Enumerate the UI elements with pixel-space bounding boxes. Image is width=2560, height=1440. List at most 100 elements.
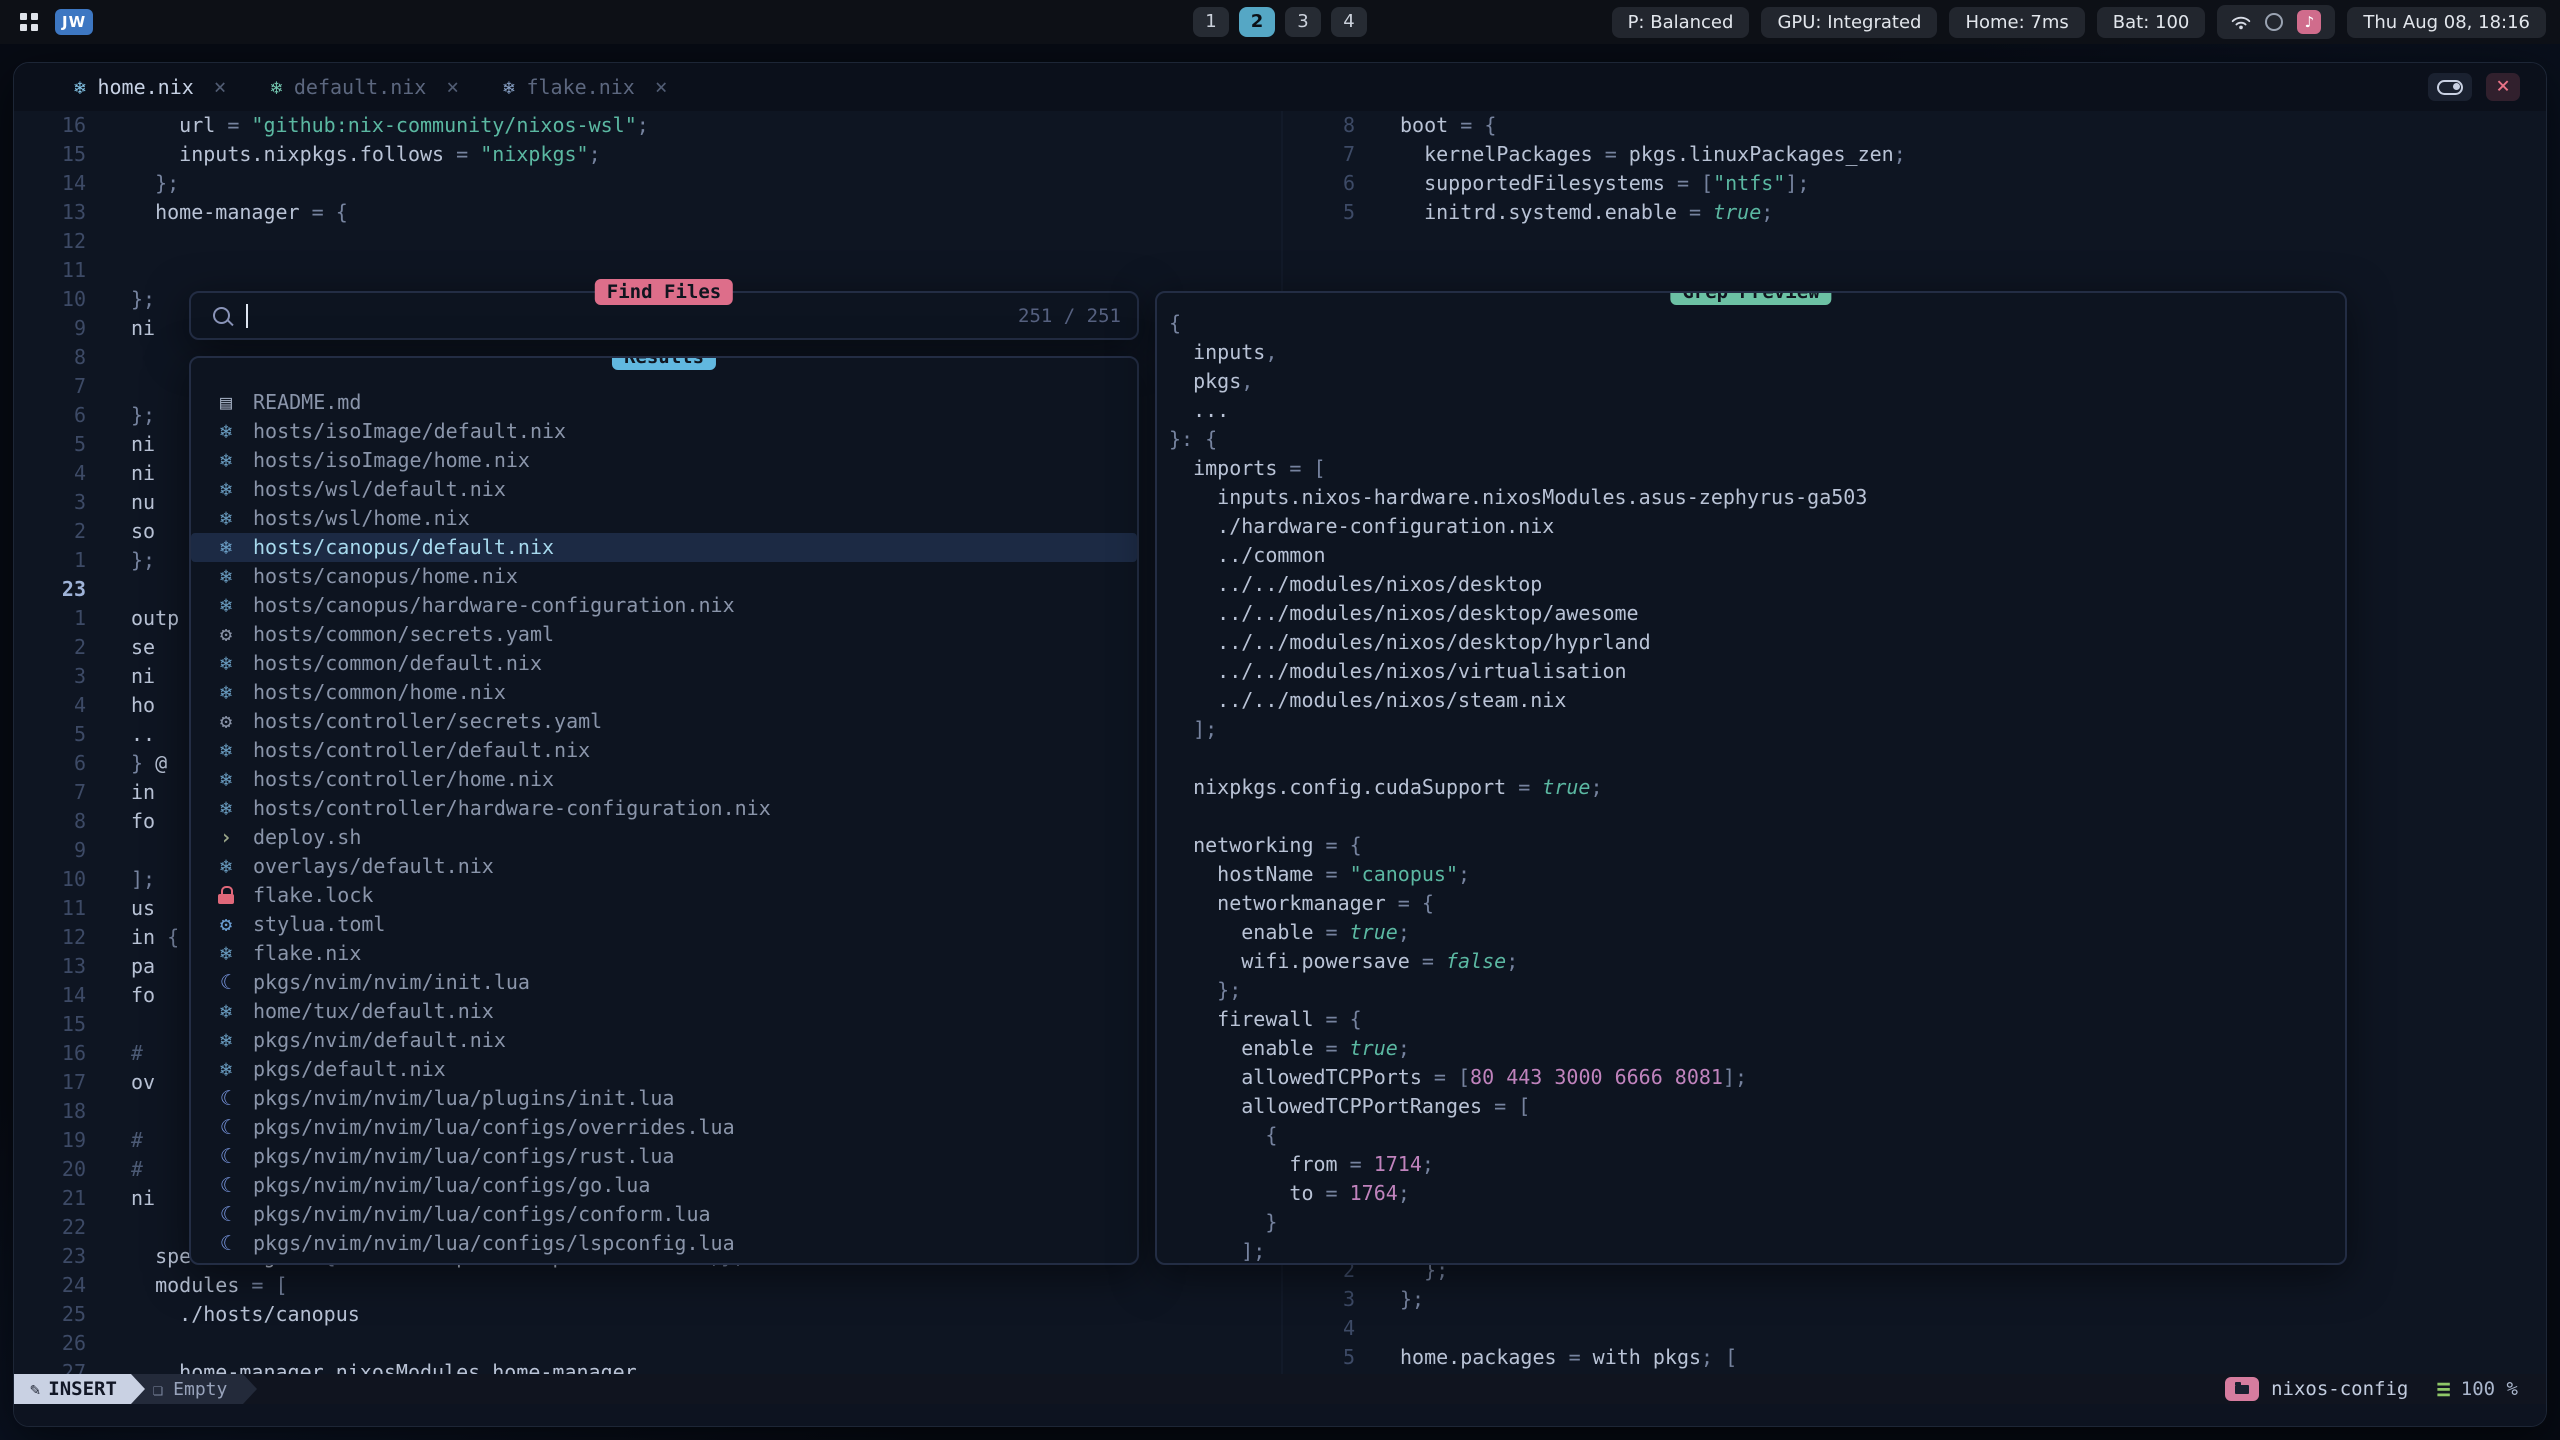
tab-label: default.nix xyxy=(294,75,426,99)
buffer-tab[interactable]: default.nix × xyxy=(270,75,459,99)
line-number: 12 xyxy=(14,227,86,256)
file-result-item[interactable]: hosts/common/home.nix xyxy=(191,678,1137,707)
preview-line xyxy=(1169,744,2333,773)
file-result-item[interactable]: deploy.sh xyxy=(191,823,1137,852)
theme-toggle-button[interactable] xyxy=(2428,73,2472,101)
file-result-item[interactable]: hosts/isoImage/home.nix xyxy=(191,446,1137,475)
line-number: 5 xyxy=(1283,1343,1355,1372)
file-result-item[interactable]: pkgs/nvim/nvim/init.lua xyxy=(191,968,1137,997)
preview-line: allowedTCPPorts = [80 443 3000 6666 8081… xyxy=(1169,1063,2333,1092)
file-result-item[interactable]: stylua.toml xyxy=(191,910,1137,939)
file-result-item[interactable]: hosts/controller/hardware-configuration.… xyxy=(191,794,1137,823)
file-result-item[interactable]: README.md xyxy=(191,388,1137,417)
line-number: 8 xyxy=(14,343,86,372)
file-result-item[interactable]: pkgs/nvim/nvim/lua/configs/lspconfig.lua xyxy=(191,1229,1137,1258)
tab-close-icon[interactable]: × xyxy=(655,75,668,99)
file-icon xyxy=(213,997,239,1026)
tab-close-icon[interactable]: × xyxy=(214,75,227,99)
code-line: ]; xyxy=(131,865,155,894)
preview-line: firewall = { xyxy=(1169,1005,2333,1034)
buffer-tab[interactable]: flake.nix × xyxy=(503,75,667,99)
file-result-item[interactable]: flake.nix xyxy=(191,939,1137,968)
file-result-item[interactable]: pkgs/nvim/nvim/lua/plugins/init.lua xyxy=(191,1084,1137,1113)
workspaces: 1 2 3 4 xyxy=(1193,7,1367,37)
line-number: 16 xyxy=(14,1039,86,1068)
wifi-icon[interactable] xyxy=(2231,14,2251,30)
window-close-button[interactable]: × xyxy=(2486,73,2520,101)
code-row: 4 xyxy=(1283,1314,2546,1343)
scroll-progress-icon xyxy=(2436,1375,2450,1403)
file-result-item[interactable]: pkgs/default.nix xyxy=(191,1055,1137,1084)
line-number: 1 xyxy=(14,604,86,633)
clock-module[interactable]: Thu Aug 08, 18:16 xyxy=(2347,7,2546,38)
file-result-item[interactable]: hosts/canopus/hardware-configuration.nix xyxy=(191,591,1137,620)
file-icon xyxy=(213,852,239,881)
code-row: 26 xyxy=(14,1329,1281,1358)
line-number: 7 xyxy=(1283,140,1355,169)
line-number: 3 xyxy=(14,662,86,691)
kdeconnect-icon[interactable] xyxy=(2265,13,2283,31)
file-result-item[interactable]: hosts/controller/home.nix xyxy=(191,765,1137,794)
code-line: }; xyxy=(131,401,155,430)
file-result-item[interactable]: hosts/controller/secrets.yaml xyxy=(191,707,1137,736)
file-result-item[interactable]: hosts/controller/default.nix xyxy=(191,736,1137,765)
code-line: outp xyxy=(131,604,179,633)
preview-line: { xyxy=(1169,1121,2333,1150)
line-number: 4 xyxy=(14,459,86,488)
file-result-name: hosts/isoImage/home.nix xyxy=(253,446,530,475)
code-line: so xyxy=(131,517,155,546)
line-number: 3 xyxy=(14,488,86,517)
preview-line: ... xyxy=(1169,396,2333,425)
code-line: ni xyxy=(131,459,155,488)
workspace-button[interactable]: 2 xyxy=(1239,7,1275,37)
file-result-item[interactable]: flake.lock xyxy=(191,881,1137,910)
file-result-item[interactable]: pkgs/nvim/nvim/lua/configs/rust.lua xyxy=(191,1142,1137,1171)
apps-grid-icon[interactable] xyxy=(20,13,27,20)
file-result-item[interactable]: pkgs/nvim/nvim/lua/configs/overrides.lua xyxy=(191,1113,1137,1142)
file-result-item[interactable]: hosts/wsl/home.nix xyxy=(191,504,1137,533)
tab-close-icon[interactable]: × xyxy=(446,75,459,99)
code-row: 5 initrd.systemd.enable = true; xyxy=(1283,198,2546,227)
file-result-item[interactable]: hosts/canopus/default.nix xyxy=(191,533,1137,562)
file-result-item[interactable]: hosts/canopus/home.nix xyxy=(191,562,1137,591)
line-number: 14 xyxy=(14,169,86,198)
file-result-item[interactable]: hosts/wsl/default.nix xyxy=(191,475,1137,504)
preview-line: imports = [ xyxy=(1169,454,2333,483)
file-result-item[interactable]: hosts/common/secrets.yaml xyxy=(191,620,1137,649)
file-icon xyxy=(213,1113,239,1142)
power-profile-module[interactable]: P: Balanced xyxy=(1612,7,1750,38)
code-row: 3 }; xyxy=(1283,1285,2546,1314)
file-result-item[interactable]: hosts/isoImage/default.nix xyxy=(191,417,1137,446)
launcher-logo[interactable]: JW xyxy=(55,9,93,35)
file-result-item[interactable]: pkgs/nvim/nvim/lua/configs/go.lua xyxy=(191,1171,1137,1200)
right-pane-top-lines: 8 boot = { 7 kernelPackages = pkgs.linux… xyxy=(1283,111,2546,227)
network-latency-module[interactable]: Home: 7ms xyxy=(1949,7,2084,38)
line-number: 21 xyxy=(14,1184,86,1213)
file-icon xyxy=(213,1026,239,1055)
file-result-item[interactable]: hosts/common/default.nix xyxy=(191,649,1137,678)
workspace-button[interactable]: 3 xyxy=(1285,7,1321,37)
file-icon xyxy=(213,649,239,678)
gpu-module[interactable]: GPU: Integrated xyxy=(1761,7,1937,38)
file-icon xyxy=(213,562,239,591)
line-number: 18 xyxy=(14,1097,86,1126)
preview-line: ../../modules/nixos/virtualisation xyxy=(1169,657,2333,686)
media-icon[interactable] xyxy=(2297,10,2321,34)
command-line xyxy=(14,1404,2546,1426)
file-icon xyxy=(213,620,239,649)
file-result-item[interactable]: home/tux/default.nix xyxy=(191,997,1137,1026)
preview-line: }: { xyxy=(1169,425,2333,454)
file-result-item[interactable]: pkgs/nvim/default.nix xyxy=(191,1026,1137,1055)
workspace-button[interactable]: 1 xyxy=(1193,7,1229,37)
battery-module[interactable]: Bat: 100 xyxy=(2097,7,2206,38)
code-line: in { xyxy=(131,923,179,952)
file-result-item[interactable]: overlays/default.nix xyxy=(191,852,1137,881)
workspace-button[interactable]: 4 xyxy=(1331,7,1367,37)
nix-icon xyxy=(503,75,514,99)
file-result-item[interactable]: pkgs/nvim/nvim/lua/configs/conform.lua xyxy=(191,1200,1137,1229)
buffer-tab[interactable]: home.nix × xyxy=(74,75,226,99)
line-number: 1 xyxy=(14,546,86,575)
code-line: us xyxy=(131,894,155,923)
file-icon xyxy=(213,939,239,968)
line-number: 25 xyxy=(14,1300,86,1329)
